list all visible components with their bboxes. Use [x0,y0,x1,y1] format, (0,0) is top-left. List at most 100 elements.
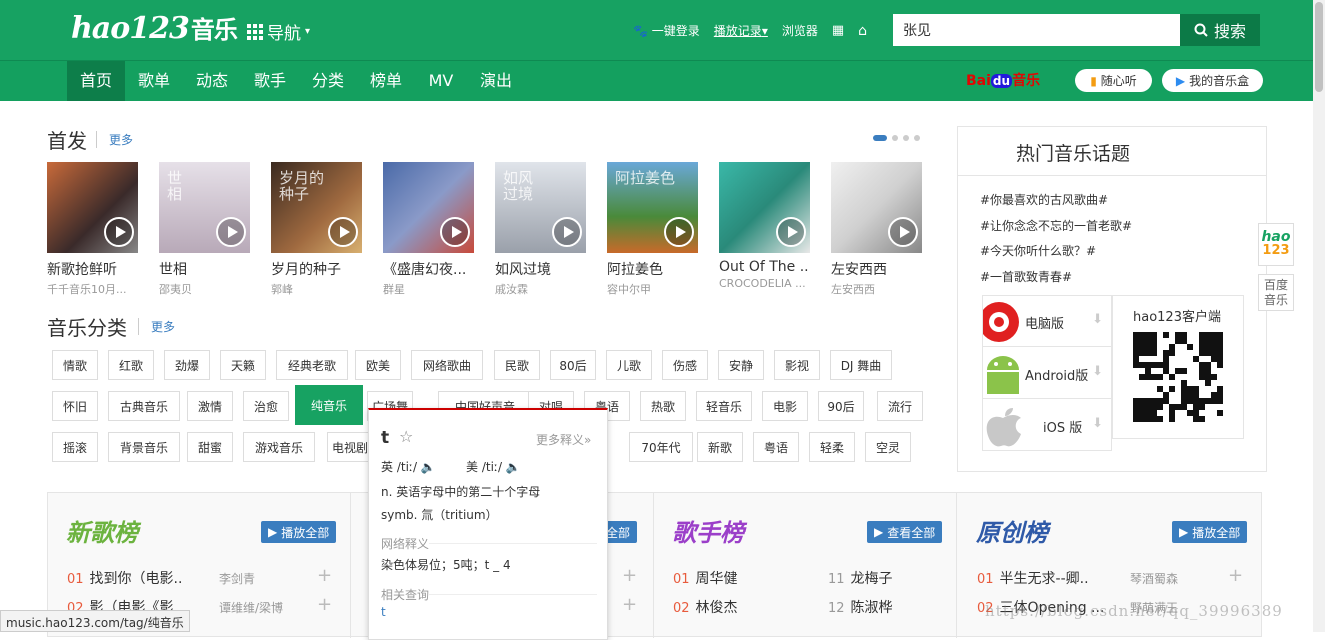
random-listen-button[interactable]: ▮ 随心听 [1075,69,1152,92]
album-cover[interactable] [831,162,922,253]
nav-mv[interactable]: MV [419,61,463,101]
category-tag[interactable]: 安静 [718,350,764,380]
album-artist[interactable]: 千千音乐10月... [47,281,138,297]
singer-item[interactable]: 01 周华健 [673,568,738,588]
album-cover[interactable]: 世 相 [159,162,250,253]
add-icon[interactable]: + [622,594,637,615]
album-card[interactable]: 左安西西 左安西西 [831,162,922,297]
first-more-link[interactable]: 更多 [96,131,133,148]
album-title[interactable]: 岁月的种子 [271,259,362,279]
topic-link[interactable]: #一首歌致青春# [980,268,1072,285]
play-icon[interactable] [440,217,470,247]
category-tag[interactable]: 热歌 [640,391,686,421]
nav-chart[interactable]: 榜单 [361,61,411,101]
download-pc[interactable]: 电脑版 ⬇ [983,296,1111,347]
play-icon[interactable] [664,217,694,247]
album-title[interactable]: 左安西西 [831,259,922,279]
topic-link[interactable]: #让你念念不忘的一首老歌# [980,217,1132,234]
album-card[interactable]: 阿拉姜色 阿拉姜色 容中尔甲 [607,162,698,297]
star-icon[interactable]: ☆ [399,427,413,446]
speaker-icon[interactable]: 🔈 [421,460,436,474]
album-card[interactable]: 新歌抢鲜听 千千音乐10月... [47,162,138,297]
album-artist[interactable]: 群星 [383,281,474,297]
browser-link[interactable]: 浏览器 [782,22,818,39]
qr-icon[interactable]: ▦ [832,23,844,38]
category-tag[interactable]: 甜蜜 [187,432,233,462]
album-artist[interactable]: 左安西西 [831,281,922,297]
play-icon[interactable] [328,217,358,247]
nav-singer[interactable]: 歌手 [245,61,295,101]
download-android[interactable]: Android版 ⬇ [983,348,1111,399]
login-link[interactable]: 🐾 一键登录 [633,22,700,39]
play-icon[interactable] [552,217,582,247]
category-tag[interactable]: 经典老歌 [276,350,348,380]
category-tag[interactable]: 90后 [818,391,864,421]
album-card[interactable]: 世 相 世相 邵夷贝 [159,162,250,297]
play-icon[interactable] [888,217,918,247]
singer-item[interactable]: 02 林俊杰 [673,597,738,617]
search-input[interactable] [893,14,1180,46]
category-more-link[interactable]: 更多 [138,318,175,335]
search-button[interactable]: 搜索 [1180,14,1260,46]
album-cover[interactable]: 阿拉姜色 [607,162,698,253]
category-tag[interactable]: 伤感 [662,350,708,380]
song-item[interactable]: 01 找到你（电影.. [67,568,182,588]
category-tag[interactable]: 粤语 [753,432,799,462]
category-tag[interactable]: 民歌 [494,350,540,380]
play-all-button[interactable]: ▶ 播放全部 [261,521,337,543]
category-tag[interactable]: 欧美 [355,350,401,380]
album-cover[interactable] [719,162,810,253]
album-cover[interactable] [383,162,474,253]
category-tag[interactable]: 情歌 [52,350,98,380]
category-tag[interactable]: 新歌 [697,432,743,462]
category-tag[interactable]: 80后 [550,350,596,380]
category-tag[interactable]: 流行 [877,391,923,421]
singer-item[interactable]: 11 龙梅子 [828,568,893,588]
album-title[interactable]: 《盛唐幻夜... [383,259,474,279]
nav-dynamic[interactable]: 动态 [187,61,237,101]
album-cover[interactable]: 如风 过境 [495,162,586,253]
singer-item[interactable]: 12 陈淑桦 [828,597,893,617]
category-tag[interactable]: DJ 舞曲 [830,350,892,380]
album-card[interactable]: Out Of The ... CROCODELIA ... [719,162,810,290]
category-tag[interactable]: 激情 [187,391,233,421]
album-artist[interactable]: 容中尔甲 [607,281,698,297]
category-tag[interactable]: 劲爆 [164,350,210,380]
album-artist[interactable]: CROCODELIA ... [719,277,810,290]
category-tag[interactable]: 电影 [762,391,808,421]
album-card[interactable]: 《盛唐幻夜... 群星 [383,162,474,297]
album-artist[interactable]: 邵夷贝 [159,281,250,297]
more-definitions-link[interactable]: 更多释义» [536,431,591,448]
album-artist[interactable]: 戚汝霖 [495,281,586,297]
album-artist[interactable]: 郭峰 [271,281,362,297]
add-icon[interactable]: + [1228,565,1243,586]
category-tag[interactable]: 纯音乐 [295,385,363,425]
category-tag[interactable]: 轻音乐 [696,391,752,421]
category-tag[interactable]: 网络歌曲 [411,350,483,380]
play-icon[interactable] [216,217,246,247]
album-title[interactable]: 世相 [159,259,250,279]
baidu-music-logo[interactable]: Bai du 音乐 [966,70,1040,90]
scrollbar[interactable] [1313,0,1325,632]
topic-link[interactable]: #你最喜欢的古风歌曲# [980,191,1108,208]
view-all-button[interactable]: ▶ 查看全部 [867,521,943,543]
album-card[interactable]: 岁月的 种子 岁月的种子 郭峰 [271,162,362,297]
category-tag[interactable]: 空灵 [865,432,911,462]
album-title[interactable]: 如风过境 [495,259,586,279]
album-card[interactable]: 如风 过境 如风过境 戚汝霖 [495,162,586,297]
album-cover[interactable] [47,162,138,253]
category-tag[interactable]: 天籁 [220,350,266,380]
side-tab-hao123[interactable]: hao 123 [1258,223,1294,266]
nav-playlist[interactable]: 歌单 [129,61,179,101]
play-icon[interactable] [776,217,806,247]
play-all-button[interactable]: ▶ 播放全部 [1172,521,1248,543]
category-tag[interactable]: 古典音乐 [108,391,180,421]
history-link[interactable]: 播放记录▾ [714,22,768,39]
album-cover[interactable]: 岁月的 种子 [271,162,362,253]
category-tag[interactable]: 电视剧 [327,432,373,462]
side-tab-baidu-music[interactable]: 百度 音乐 [1258,274,1294,311]
related-link[interactable]: t [381,605,386,619]
nav-menu[interactable]: 导航 ▾ [247,19,310,44]
nav-show[interactable]: 演出 [473,61,519,101]
album-title[interactable]: 新歌抢鲜听 [47,259,138,279]
